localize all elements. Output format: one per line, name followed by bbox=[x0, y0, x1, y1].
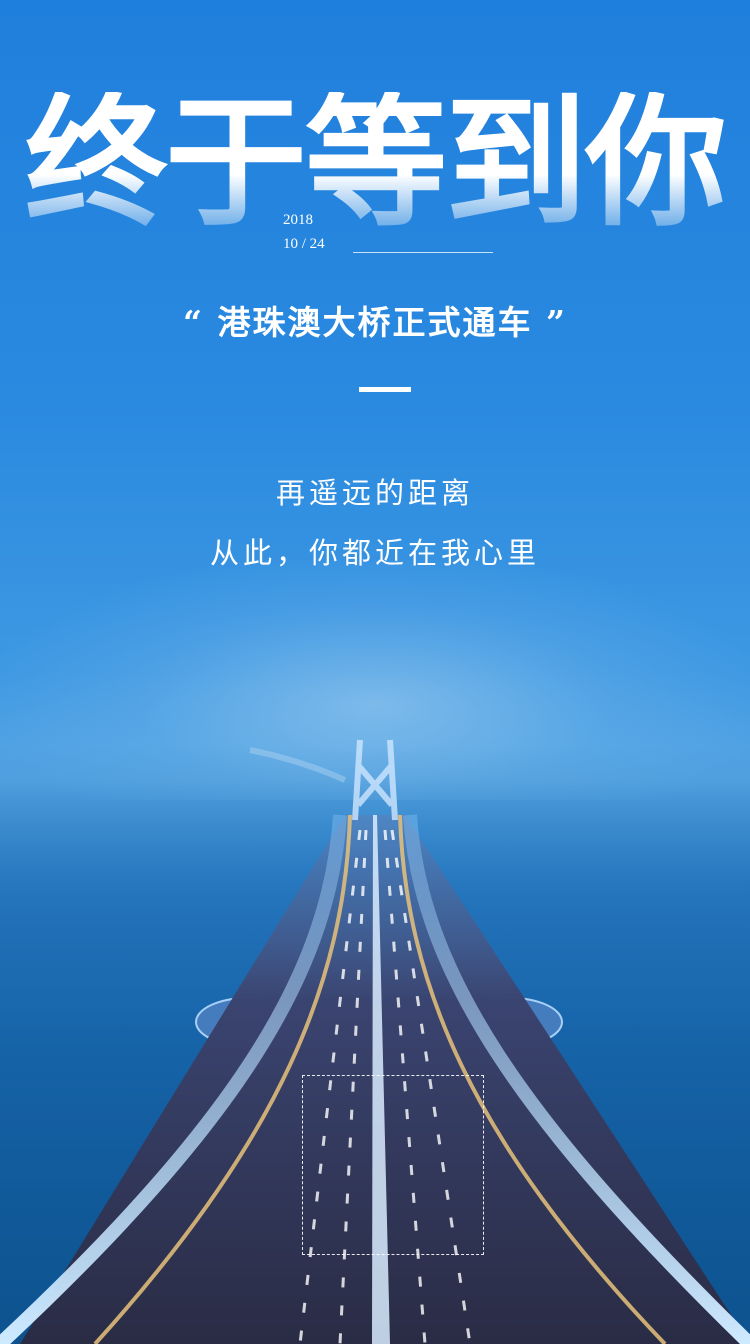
focus-frame bbox=[302, 1075, 484, 1255]
poster: 终于等到你 2018 10 / 24 “ 港珠澳大桥正式通车 ” 再遥远的距离 … bbox=[0, 0, 750, 1344]
divider-bar bbox=[359, 387, 411, 392]
bridge-tower bbox=[352, 739, 398, 821]
date-underline bbox=[353, 252, 493, 253]
poem-line-2: 从此，你都近在我心里 bbox=[209, 536, 540, 570]
poem-line-1: 再遥远的距离 bbox=[275, 476, 474, 510]
date-stamp: 2018 10 / 24 bbox=[283, 208, 493, 256]
subtitle-quote: “ 港珠澳大桥正式通车 ” bbox=[183, 303, 567, 342]
distant-causeway bbox=[249, 747, 347, 783]
date-year: 2018 bbox=[283, 212, 313, 228]
